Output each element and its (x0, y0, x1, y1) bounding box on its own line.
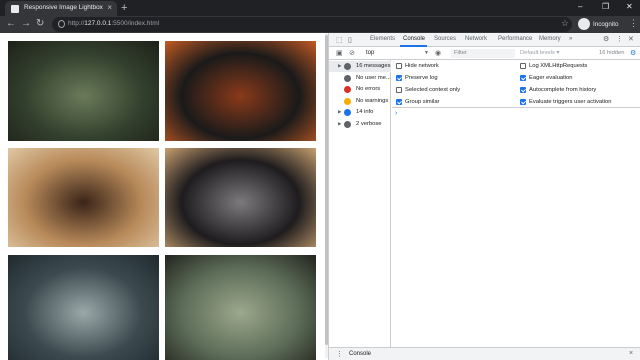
reload-button[interactable]: ↻ (36, 18, 44, 29)
expand-arrow-icon[interactable]: ▶ (338, 109, 342, 115)
tab-network[interactable]: Network (465, 36, 487, 42)
context-selector[interactable]: top (366, 50, 374, 56)
page-viewport (0, 33, 328, 360)
vintage-camera-on-log-photo[interactable] (165, 255, 316, 360)
setting-label: Log XMLHttpRequests (529, 63, 588, 69)
tab-performance[interactable]: Performance (498, 36, 532, 42)
url-text[interactable]: http://127.0.0.1:5500/index.html (68, 20, 159, 27)
info-icon[interactable] (58, 20, 65, 28)
incognito-icon (578, 18, 590, 30)
sidebar-item[interactable]: ▶ 16 messages (329, 61, 391, 72)
console-settings: Hide network Preserve log Selected context… (392, 60, 640, 108)
drawer-close-icon[interactable]: × (629, 350, 633, 357)
browser-titlebar: Responsive Image Lightbox | Co × + – ❐ ✕… (0, 0, 640, 33)
checkbox-checked-icon[interactable] (396, 75, 402, 81)
devtools-tabbar: ⬚ ▯ Elements Console Sources Network Per… (329, 33, 640, 47)
checkbox-checked-icon[interactable] (396, 99, 402, 105)
address-bar[interactable]: http://127.0.0.1:5500/index.html ☆ (52, 17, 572, 32)
log-levels-dropdown[interactable]: Default levels ▾ (520, 50, 559, 56)
window-close-button[interactable]: ✕ (626, 2, 633, 11)
console-drawer: ⋮ Console × (329, 347, 640, 360)
user-icon (344, 74, 351, 82)
checkbox-checked-icon[interactable] (520, 75, 526, 81)
devtools-panel: ⬚ ▯ Elements Console Sources Network Per… (328, 33, 640, 360)
hidden-count: 16 hidden (599, 50, 625, 56)
console-prompt[interactable]: › (395, 110, 397, 117)
more-tabs-button[interactable]: » (569, 36, 572, 42)
sidebar-item-label: 16 messages (356, 63, 391, 69)
forward-button[interactable]: → (21, 18, 31, 29)
devtools-menu-icon[interactable]: ⋮ (616, 35, 623, 43)
checkbox-unchecked-icon[interactable] (520, 63, 526, 69)
checkbox-checked-icon[interactable] (520, 99, 526, 105)
gear-icon[interactable]: ⚙ (603, 35, 609, 43)
device-toolbar-icon[interactable]: ▯ (348, 36, 352, 44)
headphones-tablet-photo[interactable] (8, 148, 159, 247)
setting-label: Preserve log (405, 75, 438, 81)
browser-menu-icon[interactable]: ⋮ (629, 18, 638, 29)
console-settings-gear-icon[interactable]: ⚙ (630, 49, 636, 57)
inspect-element-icon[interactable]: ⬚ (336, 36, 343, 44)
sidebar-item[interactable]: No errors (329, 84, 391, 95)
tab-memory[interactable]: Memory (539, 36, 561, 42)
setting-label: Eager evaluation (529, 75, 573, 81)
clear-console-icon[interactable]: ⊘ (349, 49, 355, 57)
tab-close-icon[interactable]: × (107, 3, 112, 12)
console-toolbar: ▣ ⊘ top ▼ ◉ Filter Default levels ▾ 16 h… (329, 47, 640, 60)
sidebar-item-label: No user me... (356, 74, 391, 81)
sidebar-item[interactable]: ▶ 2 verbose (329, 119, 391, 130)
filter-placeholder: Filter (454, 50, 467, 56)
checkbox-unchecked-icon[interactable] (396, 63, 402, 69)
setting-label: Hide network (405, 63, 439, 69)
new-tab-button[interactable]: + (121, 2, 127, 14)
camera-on-leaves-photo[interactable] (165, 41, 316, 141)
tab-elements[interactable]: Elements (370, 36, 395, 42)
sidebar-item[interactable]: No warnings (329, 96, 391, 107)
warning-icon (344, 97, 351, 105)
backpack-photo[interactable] (8, 41, 159, 141)
tab-title: Responsive Image Lightbox | Co (24, 4, 104, 11)
eye-icon[interactable]: ◉ (435, 49, 441, 57)
setting-label: Selected context only (405, 87, 461, 93)
watch-photo[interactable] (165, 148, 316, 247)
expand-arrow-icon[interactable]: ▶ (338, 63, 342, 69)
favicon-icon (11, 5, 19, 13)
checkbox-unchecked-icon[interactable] (396, 87, 402, 93)
setting-label: Evaluate triggers user activation (529, 99, 612, 105)
info-icon (344, 109, 351, 116)
setting-label: Autocomplete from history (529, 87, 597, 93)
tab-sources[interactable]: Sources (434, 36, 456, 42)
incognito-label: Incognito (593, 21, 619, 28)
list-icon (344, 63, 351, 70)
error-icon (344, 86, 351, 93)
filter-input[interactable]: Filter (451, 49, 515, 58)
close-devtools-icon[interactable]: ✕ (628, 35, 634, 43)
sidebar-toggle-icon[interactable]: ▣ (336, 49, 343, 57)
sidebar-item-label: No warnings (356, 97, 389, 104)
minimize-button[interactable]: – (578, 2, 582, 11)
tab-console[interactable]: Console (403, 36, 425, 42)
bookmark-star-icon[interactable]: ☆ (561, 18, 569, 29)
incognito-indicator[interactable]: Incognito (578, 18, 620, 31)
sidebar-item-label: 2 verbose (356, 120, 382, 127)
verbose-icon (344, 120, 351, 128)
checkbox-checked-icon[interactable] (520, 87, 526, 93)
sidebar-item-label: 14 info (356, 109, 374, 115)
browser-toolbar: ← → ↻ http://127.0.0.1:5500/index.html ☆… (0, 16, 640, 33)
expand-arrow-icon[interactable]: ▶ (338, 121, 342, 127)
maximize-button[interactable]: ❐ (602, 2, 609, 11)
sidebar-item[interactable]: ▶ 14 info (329, 107, 391, 118)
chevron-down-icon[interactable]: ▼ (424, 50, 429, 56)
setting-label: Group similar (405, 99, 440, 105)
drawer-tab-console[interactable]: Console (349, 351, 371, 357)
drawer-menu-icon[interactable]: ⋮ (336, 350, 343, 358)
sneakers-in-stream-photo[interactable] (8, 255, 159, 360)
console-sidebar: ▶ 16 messages No user me... No errors No war… (329, 60, 391, 348)
back-button[interactable]: ← (6, 18, 16, 29)
sidebar-item[interactable]: No user me... (329, 73, 391, 84)
sidebar-item-label: No errors (356, 86, 381, 92)
tab-active[interactable]: Responsive Image Lightbox | Co × (5, 1, 117, 16)
